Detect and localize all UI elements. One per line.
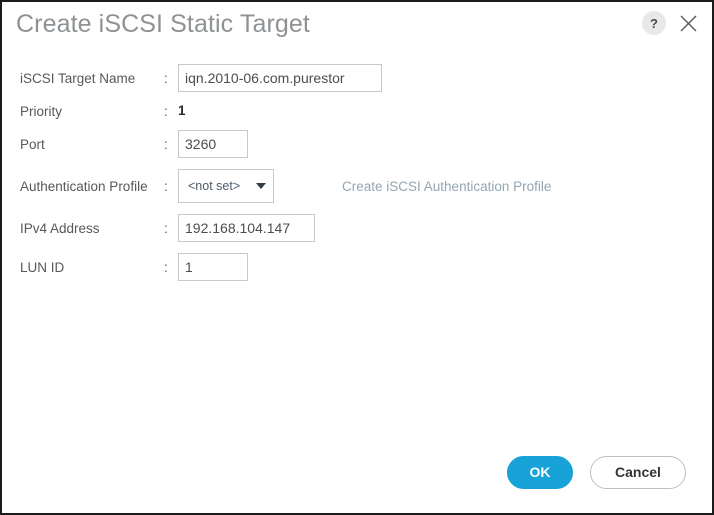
ok-button[interactable]: OK <box>507 455 573 489</box>
chevron-down-icon <box>256 183 266 189</box>
create-iscsi-authentication-profile-link[interactable]: Create iSCSI Authentication Profile <box>342 179 551 194</box>
iscsi-target-name-input[interactable] <box>178 64 382 92</box>
label-ipv4-address: IPv4 Address <box>20 220 100 236</box>
form-row-lun-id: LUN ID : <box>2 253 712 281</box>
field-control-lun-id <box>178 253 248 281</box>
dialog-header: Create iSCSI Static Target ? <box>2 2 712 50</box>
form-row-priority: Priority : 1 <box>2 97 712 125</box>
colon-separator: : <box>164 178 168 194</box>
page-title: Create iSCSI Static Target <box>16 10 310 38</box>
label-priority: Priority <box>20 103 63 119</box>
form-row-port: Port : <box>2 130 712 158</box>
field-control-authentication-profile: <not set> <box>178 169 274 203</box>
authentication-profile-selected-value: <not set> <box>188 179 241 193</box>
create-iscsi-static-target-dialog: Create iSCSI Static Target ? iSCSI Targe… <box>0 0 714 515</box>
form-row-authentication-profile: Authentication Profile : <not set> Creat… <box>2 169 712 203</box>
dialog-footer: OK Cancel <box>2 455 712 489</box>
colon-separator: : <box>164 103 168 119</box>
colon-separator: : <box>164 70 168 86</box>
header-actions: ? <box>642 11 700 35</box>
lun-id-input[interactable] <box>178 253 248 281</box>
label-lun-id: LUN ID <box>20 259 65 275</box>
field-control-ipv4-address <box>178 214 315 242</box>
form-row-ipv4-address: IPv4 Address : <box>2 214 712 242</box>
colon-separator: : <box>164 259 168 275</box>
form-row-iscsi-target-name: iSCSI Target Name : <box>2 64 712 92</box>
colon-separator: : <box>164 136 168 152</box>
help-icon[interactable]: ? <box>642 11 666 35</box>
close-icon[interactable] <box>676 11 700 35</box>
port-input[interactable] <box>178 130 248 158</box>
colon-separator: : <box>164 220 168 236</box>
ipv4-address-input[interactable] <box>178 214 315 242</box>
label-iscsi-target-name: iSCSI Target Name <box>20 70 136 86</box>
label-port: Port <box>20 136 45 152</box>
label-authentication-profile: Authentication Profile <box>20 178 148 194</box>
form-area: iSCSI Target Name : Priority : 1 Port : … <box>2 64 712 286</box>
field-control-port <box>178 130 248 158</box>
field-control-iscsi-target-name <box>178 64 382 92</box>
cancel-button[interactable]: Cancel <box>590 455 686 489</box>
priority-value: 1 <box>178 103 186 118</box>
authentication-profile-select[interactable]: <not set> <box>178 169 274 203</box>
